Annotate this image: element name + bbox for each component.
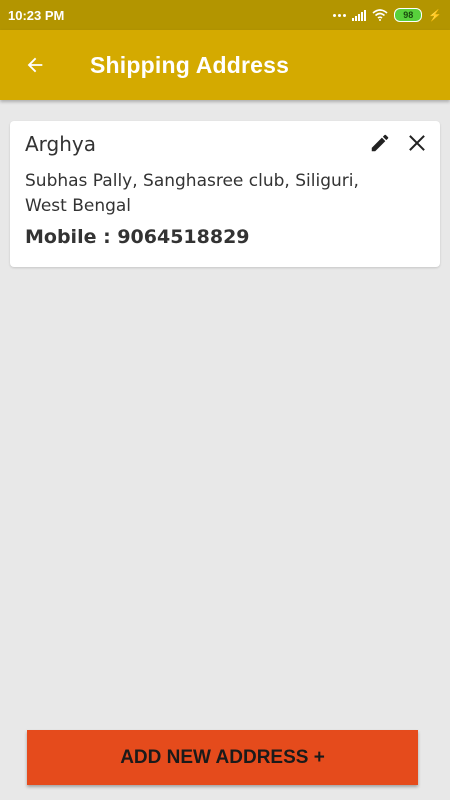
- wifi-icon: [372, 9, 388, 21]
- address-name: Arghya: [25, 132, 97, 156]
- page-title: Shipping Address: [90, 51, 290, 78]
- add-new-address-button[interactable]: ADD NEW ADDRESS +: [27, 730, 418, 785]
- charging-icon: ⚡: [428, 9, 442, 22]
- signal-icon: [352, 9, 367, 21]
- pencil-icon: [371, 134, 389, 152]
- app-bar: Shipping Address: [0, 30, 450, 100]
- status-bar: 10:23 PM 98 ⚡: [0, 0, 450, 30]
- battery-icon: 98: [394, 8, 423, 22]
- mobile-label: Mobile :: [25, 226, 118, 248]
- arrow-left-icon: [27, 57, 43, 73]
- delete-address-button[interactable]: [406, 132, 428, 154]
- address-mobile: Mobile : 9064518829: [25, 226, 425, 248]
- status-time: 10:23 PM: [8, 7, 65, 23]
- address-card[interactable]: Arghya Subhas Pally, Sanghasree club, Si…: [10, 121, 440, 267]
- close-icon: [409, 135, 425, 151]
- edit-address-button[interactable]: [369, 132, 391, 154]
- status-icons: 98 ⚡: [333, 8, 442, 22]
- mobile-number: 9064518829: [117, 226, 250, 248]
- address-text: Subhas Pally, Sanghasree club, Siliguri,…: [25, 171, 359, 216]
- more-dots-icon: [333, 13, 347, 17]
- back-button[interactable]: [0, 30, 70, 100]
